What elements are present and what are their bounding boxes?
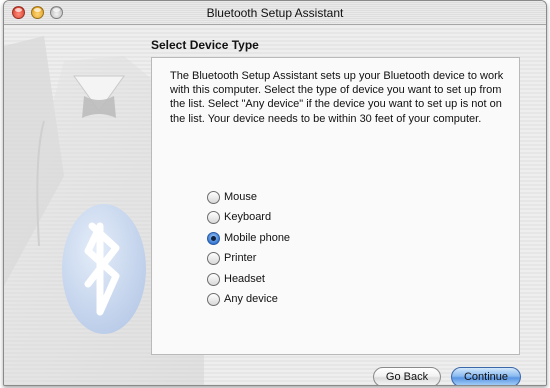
radio-option-mouse[interactable]: Mouse: [207, 189, 257, 205]
title-bar[interactable]: Bluetooth Setup Assistant: [4, 1, 546, 25]
content-area: Select Device Type The Bluetooth Setup A…: [4, 26, 546, 385]
radio-label: Keyboard: [224, 211, 272, 223]
radio-option-keyboard[interactable]: Keyboard: [207, 209, 271, 225]
radio-button[interactable]: [207, 251, 220, 265]
setup-assistant-window: Bluetooth Setup Assistant Select Device …: [3, 0, 547, 386]
radio-label: Printer: [224, 252, 257, 264]
radio-option-any-device[interactable]: Any device: [207, 291, 278, 307]
description-text: The Bluetooth Setup Assistant sets up yo…: [170, 70, 504, 125]
bluetooth-icon: [62, 204, 146, 334]
radio-button[interactable]: [207, 292, 220, 306]
radio-button-selected[interactable]: [207, 231, 220, 245]
radio-option-printer[interactable]: Printer: [207, 250, 256, 266]
window-title: Bluetooth Setup Assistant: [206, 6, 344, 20]
continue-button[interactable]: Continue: [451, 367, 521, 385]
radio-label: Any device: [224, 293, 278, 305]
radio-button[interactable]: [207, 272, 220, 286]
radio-label: Mobile phone: [224, 232, 291, 244]
device-type-panel: The Bluetooth Setup Assistant sets up yo…: [151, 57, 520, 355]
go-back-button[interactable]: Go Back: [373, 367, 441, 385]
radio-option-headset[interactable]: Headset: [207, 271, 265, 287]
page-heading: Select Device Type: [151, 38, 259, 52]
radio-label: Mouse: [224, 191, 258, 203]
radio-button[interactable]: [207, 190, 220, 204]
radio-option-mobile-phone[interactable]: Mobile phone: [207, 230, 290, 246]
radio-label: Headset: [224, 273, 265, 285]
radio-button[interactable]: [207, 210, 220, 224]
